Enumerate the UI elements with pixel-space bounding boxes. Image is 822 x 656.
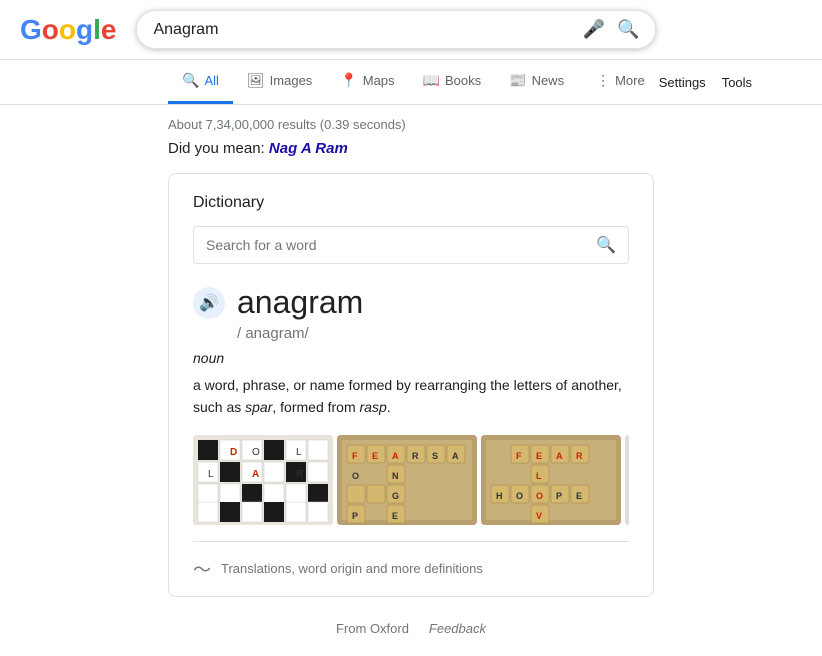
tab-maps[interactable]: 📍 Maps <box>326 60 408 104</box>
tab-news[interactable]: 📰 News <box>495 60 578 104</box>
dict-image-1[interactable]: D O L L A R <box>193 435 333 525</box>
svg-text:L: L <box>296 447 302 458</box>
svg-text:L: L <box>536 471 542 481</box>
svg-text:A: A <box>556 451 563 461</box>
tab-more[interactable]: ⋮ More <box>582 60 659 104</box>
svg-text:F: F <box>516 451 522 461</box>
search-bar: Anagram 🎤 🔍 <box>136 10 656 49</box>
chevron-down-icon: 〜 <box>193 556 211 582</box>
nav-tabs: 🔍 All 🖼 Images 📍 Maps 📖 Books 📰 News ⋮ M… <box>0 60 822 105</box>
svg-text:S: S <box>432 451 438 461</box>
svg-text:P: P <box>556 491 562 501</box>
results-count: About 7,34,00,000 results (0.39 seconds) <box>168 117 654 132</box>
dict-image-2[interactable]: F E A R S A N G E H G <box>337 435 477 525</box>
speaker-icon: 🔊 <box>199 293 219 313</box>
svg-text:E: E <box>536 451 542 461</box>
svg-text:A: A <box>452 451 459 461</box>
did-you-mean-label: Did you mean: <box>168 140 269 157</box>
dictionary-card: Dictionary 🔍 🔊 anagram / anagram/ noun a… <box>168 173 654 597</box>
dictionary-search-input[interactable] <box>206 237 596 253</box>
svg-text:A: A <box>252 469 259 480</box>
definition-end: . <box>387 399 391 415</box>
news-tab-icon: 📰 <box>509 72 526 89</box>
google-logo[interactable]: Google <box>20 14 116 46</box>
word-definition: a word, phrase, or name formed by rearra… <box>193 374 629 419</box>
svg-text:F: F <box>352 451 358 461</box>
svg-text:O: O <box>252 447 260 458</box>
word-phonetic: / anagram/ <box>237 325 629 342</box>
maps-tab-icon: 📍 <box>340 72 357 89</box>
svg-text:D: D <box>230 447 237 458</box>
books-tab-icon: 📖 <box>423 72 440 89</box>
dictionary-title: Dictionary <box>193 194 629 212</box>
dictionary-search-icon[interactable]: 🔍 <box>596 235 616 255</box>
svg-text:O: O <box>536 491 543 501</box>
svg-text:H: H <box>496 491 503 501</box>
did-you-mean: Did you mean: Nag A Ram <box>168 140 654 157</box>
svg-text:A: A <box>392 451 399 461</box>
search-bar-icons: 🎤 🔍 <box>583 19 640 40</box>
footer-text: Translations, word origin and more defin… <box>221 561 483 576</box>
dict-image-4[interactable]: L O V E ❤ <box>625 435 629 525</box>
word-pos: noun <box>193 350 629 366</box>
nav-right: Settings Tools <box>659 75 752 90</box>
results-container: About 7,34,00,000 results (0.39 seconds)… <box>0 105 822 656</box>
svg-text:E: E <box>372 451 378 461</box>
search-input[interactable]: Anagram <box>153 21 574 39</box>
search-submit-icon[interactable]: 🔍 <box>617 19 639 40</box>
dictionary-search-bar: 🔍 <box>193 226 629 264</box>
definition-example2: rasp <box>360 399 387 415</box>
header: Google Anagram 🎤 🔍 <box>0 0 822 60</box>
word-text: anagram <box>237 284 363 321</box>
did-you-mean-link[interactable]: Nag A Ram <box>269 140 348 157</box>
word-entry: 🔊 anagram / anagram/ noun a word, phrase… <box>193 284 629 525</box>
tab-all[interactable]: 🔍 All <box>168 60 233 104</box>
audio-button[interactable]: 🔊 <box>193 287 225 319</box>
definition-example1: spar <box>245 399 272 415</box>
all-tab-icon: 🔍 <box>182 72 199 89</box>
dict-footer[interactable]: 〜 Translations, word origin and more def… <box>193 541 629 596</box>
more-tab-icon: ⋮ <box>596 72 610 89</box>
svg-text:N: N <box>392 471 399 481</box>
bottom-bar: From Oxford Feedback <box>168 613 654 644</box>
svg-text:O: O <box>516 491 523 501</box>
svg-text:V: V <box>536 511 542 521</box>
dict-image-3[interactable]: F E A R L O V H <box>481 435 621 525</box>
images-row: D O L L A R <box>193 435 629 525</box>
svg-text:P: P <box>352 511 358 521</box>
word-header: 🔊 anagram <box>193 284 629 321</box>
svg-text:E: E <box>392 511 398 521</box>
from-oxford-label: From Oxford <box>336 621 409 636</box>
feedback-link[interactable]: Feedback <box>429 621 486 636</box>
tools-link[interactable]: Tools <box>722 75 752 90</box>
settings-link[interactable]: Settings <box>659 75 706 90</box>
tab-images[interactable]: 🖼 Images <box>233 60 326 104</box>
svg-text:G: G <box>392 491 399 501</box>
svg-text:E: E <box>576 491 582 501</box>
svg-text:R: R <box>296 469 303 480</box>
svg-text:R: R <box>576 451 583 461</box>
svg-text:L: L <box>208 469 214 480</box>
microphone-icon[interactable]: 🎤 <box>583 19 605 40</box>
svg-text:O: O <box>352 471 359 481</box>
tab-books[interactable]: 📖 Books <box>409 60 496 104</box>
svg-text:R: R <box>412 451 419 461</box>
images-tab-icon: 🖼 <box>247 72 265 89</box>
definition-mid: , formed from <box>272 399 359 415</box>
